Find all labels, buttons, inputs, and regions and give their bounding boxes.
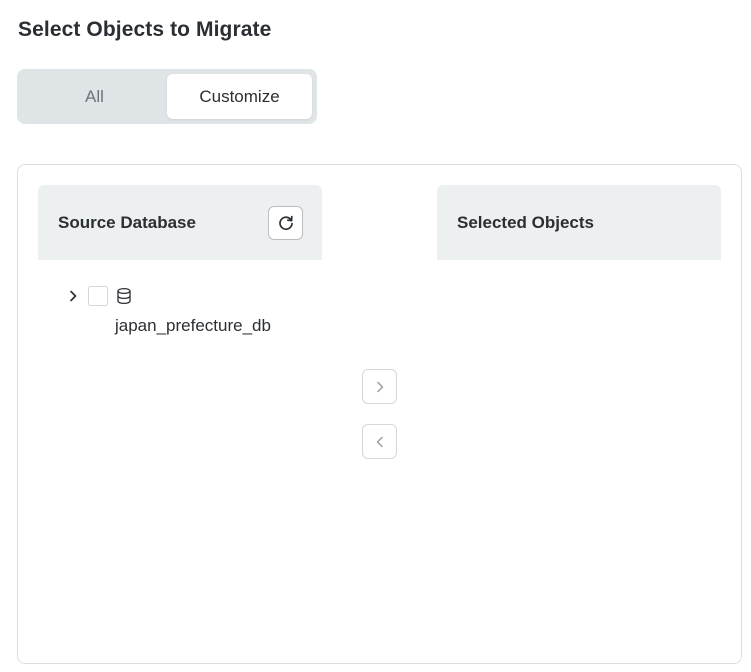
chevron-left-icon [376,436,383,447]
selected-panel-title: Selected Objects [457,212,595,232]
migration-mode-toggle: All Customize [17,69,317,124]
object-transfer-box: Source Database japan_prefecture_db Sele… [17,164,742,664]
source-database-panel: Source Database japan_prefecture_db [38,185,322,336]
page-title: Select Objects to Migrate [18,18,272,41]
remove-from-selected-button[interactable] [362,424,397,459]
add-to-selected-button[interactable] [362,369,397,404]
chevron-right-icon [376,381,383,392]
source-panel-title: Source Database [58,212,196,232]
mode-option-customize[interactable]: Customize [167,74,312,119]
chevron-right-icon [70,290,77,302]
expand-chevron[interactable] [66,286,80,306]
source-object-tree: japan_prefecture_db [38,260,322,336]
tree-node-checkbox[interactable] [88,286,108,306]
refresh-button[interactable] [268,205,303,240]
tree-node-database [38,286,322,306]
database-icon [116,287,132,305]
source-panel-header: Source Database [38,185,322,260]
selected-panel-header: Selected Objects [437,185,721,260]
selected-objects-panel: Selected Objects [437,185,721,260]
tree-node-label[interactable]: japan_prefecture_db [115,316,322,336]
refresh-icon [278,215,293,230]
mode-option-all[interactable]: All [22,74,167,119]
